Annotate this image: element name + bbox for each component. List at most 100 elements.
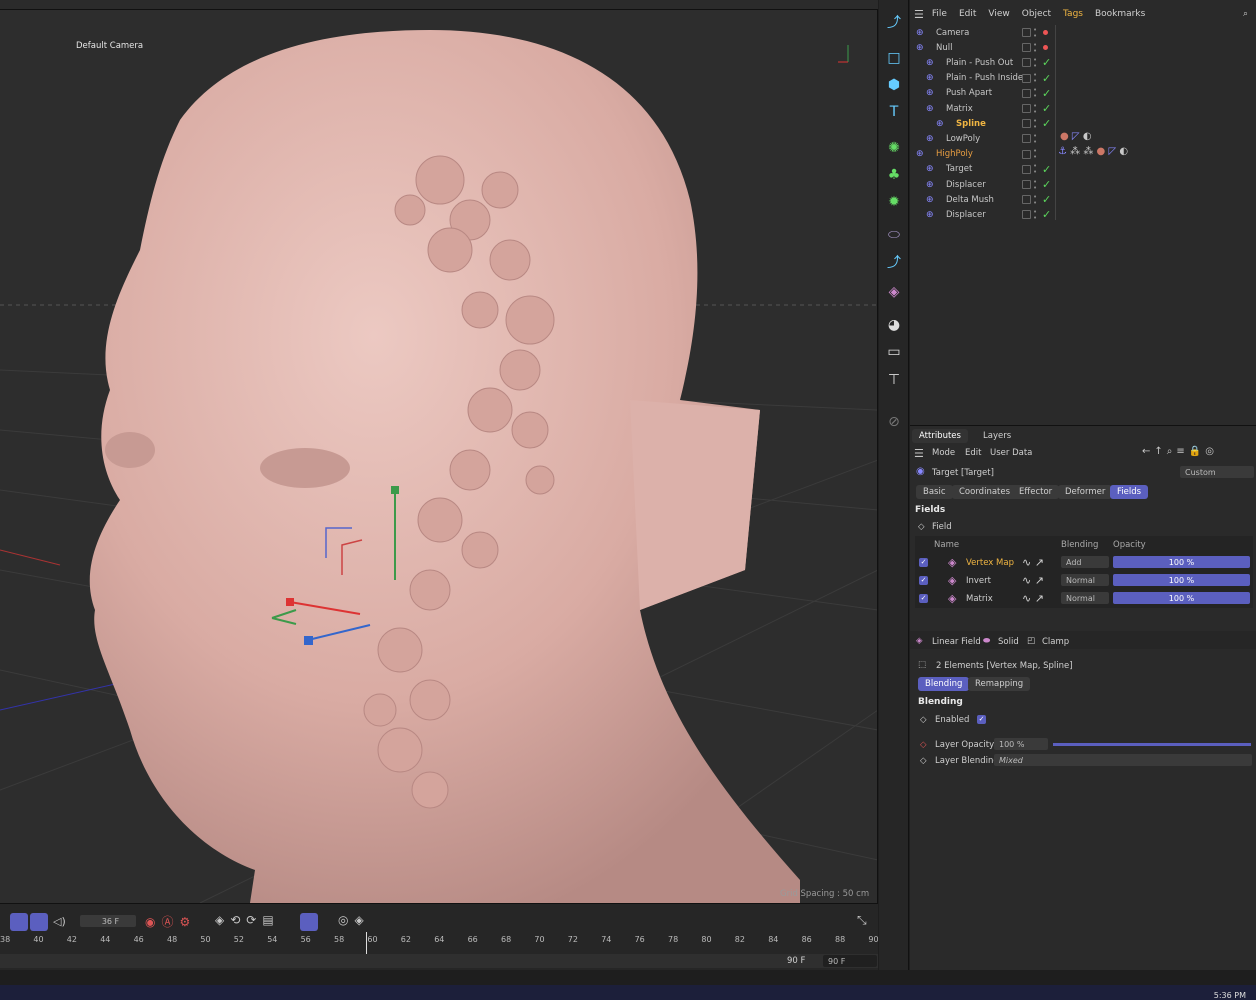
visibility-toggle[interactable] bbox=[1022, 58, 1031, 68]
object-row[interactable]: ⊕ Push Apart • • ✓ bbox=[910, 86, 1256, 101]
curve-icon[interactable]: ∿ ↗ bbox=[1022, 556, 1044, 569]
effector-icon[interactable]: ✹ bbox=[884, 192, 904, 212]
tab-layers[interactable]: Layers bbox=[976, 429, 1018, 443]
sound-icon[interactable]: ◁) bbox=[53, 915, 66, 928]
field-opacity-bar[interactable]: 100 % bbox=[1113, 574, 1250, 586]
visibility-toggle[interactable] bbox=[1022, 88, 1031, 98]
text-icon[interactable]: T bbox=[884, 102, 904, 122]
current-frame-field[interactable]: 36 F bbox=[80, 915, 136, 927]
check-icon[interactable]: ✓ bbox=[1042, 102, 1051, 115]
object-row[interactable]: ⊕ Target • • ✓ bbox=[910, 162, 1256, 177]
field-blending-dropdown[interactable]: Normal bbox=[1061, 592, 1109, 604]
visibility-toggle[interactable] bbox=[1022, 180, 1031, 189]
object-row[interactable]: ⊕ Displacer • • ✓ bbox=[910, 177, 1256, 192]
menu-tags[interactable]: Tags bbox=[1063, 9, 1083, 19]
layer-blending-dropdown[interactable]: Mixed bbox=[994, 754, 1252, 766]
menu-icon[interactable]: ☰ bbox=[914, 8, 924, 21]
layer-opacity-field[interactable]: 100 % bbox=[994, 738, 1048, 750]
render-dots[interactable]: • • bbox=[1033, 56, 1037, 69]
object-row[interactable]: ⊕ Null • • bbox=[910, 40, 1256, 55]
render-dots[interactable]: • • bbox=[1033, 178, 1037, 191]
render-dots[interactable]: • • bbox=[1033, 193, 1037, 206]
spline-tool-icon[interactable]: ⤴ bbox=[884, 252, 904, 272]
object-row[interactable]: ⊕ Plain - Push Out • • ✓ bbox=[910, 55, 1256, 70]
object-row[interactable]: ⊕ Spline • • ✓ bbox=[910, 116, 1256, 131]
tab-effector[interactable]: Effector bbox=[1012, 485, 1060, 499]
check-icon[interactable]: ✓ bbox=[1042, 163, 1051, 176]
menu-object[interactable]: Object bbox=[1022, 9, 1051, 19]
record-icons[interactable]: ◉Ⓐ⚙ bbox=[145, 913, 196, 930]
menu-file[interactable]: File bbox=[932, 9, 947, 19]
cloner-icon[interactable]: ♣ bbox=[884, 165, 904, 185]
light-icon[interactable]: ⊤ bbox=[884, 370, 904, 390]
nav-icons[interactable]: ←↑⌕≡🔒◎ bbox=[1142, 446, 1218, 457]
tab-remapping[interactable]: Remapping bbox=[968, 677, 1031, 691]
layer-opacity-slider[interactable] bbox=[1053, 743, 1251, 746]
render-dots[interactable]: • • bbox=[1033, 26, 1037, 39]
attr-menu-edit[interactable]: Edit bbox=[965, 448, 981, 458]
preset-dropdown[interactable]: Custom bbox=[1180, 466, 1254, 478]
render-dots[interactable]: • • bbox=[1033, 87, 1037, 100]
check-icon[interactable]: ✓ bbox=[1042, 178, 1051, 191]
field-checkbox[interactable]: ✓ bbox=[919, 558, 928, 567]
environment-icon[interactable]: ◕ bbox=[884, 315, 904, 335]
key-mode-icon[interactable] bbox=[300, 913, 318, 931]
render-dots[interactable]: • • bbox=[1033, 117, 1037, 130]
linear-field-button[interactable]: Linear Field bbox=[932, 637, 981, 647]
menu-icon[interactable]: ☰ bbox=[914, 447, 924, 460]
cube-icon[interactable]: ⬢ bbox=[884, 75, 904, 95]
curve-icon[interactable]: ∿ ↗ bbox=[1022, 592, 1044, 605]
tab-blending[interactable]: Blending bbox=[918, 677, 970, 691]
visibility-toggle[interactable] bbox=[1022, 43, 1031, 53]
menu-bookmarks[interactable]: Bookmarks bbox=[1095, 9, 1145, 19]
check-icon[interactable]: ✓ bbox=[1042, 117, 1051, 130]
render-dots[interactable]: • • bbox=[1033, 102, 1037, 115]
object-row[interactable]: ⊕ Matrix • • ✓ bbox=[910, 101, 1256, 116]
field-blending-dropdown[interactable]: Add bbox=[1061, 556, 1109, 568]
visibility-toggle[interactable] bbox=[1022, 73, 1031, 83]
visibility-toggle[interactable] bbox=[1022, 104, 1031, 113]
visibility-toggle[interactable] bbox=[1022, 119, 1031, 129]
check-icon[interactable]: ✓ bbox=[1042, 56, 1051, 69]
cube-outline-icon[interactable]: □ bbox=[884, 48, 904, 68]
render-dots[interactable]: • • bbox=[1033, 72, 1037, 85]
object-row[interactable]: ⊕ Delta Mush • • ✓ bbox=[910, 192, 1256, 207]
enabled-checkbox[interactable]: ✓ bbox=[977, 715, 986, 724]
curve-icon[interactable]: ∿ ↗ bbox=[1022, 574, 1044, 587]
check-icon[interactable]: ✓ bbox=[1042, 87, 1051, 100]
field-checkbox[interactable]: ✓ bbox=[919, 576, 928, 585]
render-dots[interactable]: • • bbox=[1033, 148, 1037, 161]
fit-timeline-icon[interactable]: ⤡ bbox=[857, 913, 867, 928]
render-dots[interactable]: • • bbox=[1033, 163, 1037, 176]
field-checkbox[interactable]: ✓ bbox=[919, 594, 928, 603]
field-icon[interactable]: ◈ bbox=[884, 282, 904, 302]
attr-menu-mode[interactable]: Mode bbox=[932, 448, 955, 458]
check-icon[interactable]: ✓ bbox=[1042, 72, 1051, 85]
autokey-icon[interactable] bbox=[30, 913, 48, 931]
attr-menu-user-data[interactable]: User Data bbox=[990, 448, 1032, 458]
field-opacity-bar[interactable]: 100 % bbox=[1113, 556, 1250, 568]
3d-viewport[interactable]: Default Camera bbox=[0, 10, 878, 903]
render-dots[interactable]: • • bbox=[1033, 132, 1037, 145]
visibility-toggle[interactable] bbox=[1022, 195, 1031, 205]
menu-view[interactable]: View bbox=[988, 9, 1009, 19]
visibility-toggle[interactable] bbox=[1022, 134, 1031, 144]
visibility-toggle[interactable] bbox=[1022, 164, 1031, 174]
check-icon[interactable]: ✓ bbox=[1042, 193, 1051, 206]
key-icons[interactable]: ◈⟲⟳▤ bbox=[215, 913, 280, 927]
visibility-toggle[interactable] bbox=[1022, 149, 1031, 159]
object-row[interactable]: ⊕ Displacer • • ✓ bbox=[910, 207, 1256, 222]
deformer-icon[interactable]: ⬭ bbox=[884, 225, 904, 245]
loop-icon[interactable] bbox=[10, 913, 28, 931]
visibility-toggle[interactable] bbox=[1022, 28, 1031, 37]
playback-icons[interactable]: ◎◈ bbox=[338, 913, 370, 927]
search-icon[interactable]: ⌕ bbox=[1243, 9, 1248, 19]
object-row[interactable]: ⊕ Camera • • bbox=[910, 25, 1256, 40]
frame-range-bar[interactable] bbox=[0, 954, 878, 968]
menu-edit[interactable]: Edit bbox=[959, 9, 976, 19]
tab-coordinates[interactable]: Coordinates bbox=[952, 485, 1018, 499]
end-frame-field[interactable]: 90 F bbox=[823, 955, 877, 967]
check-icon[interactable]: ✓ bbox=[1042, 208, 1051, 221]
tab-basic[interactable]: Basic bbox=[916, 485, 953, 499]
render-dots[interactable]: • • bbox=[1033, 41, 1037, 54]
